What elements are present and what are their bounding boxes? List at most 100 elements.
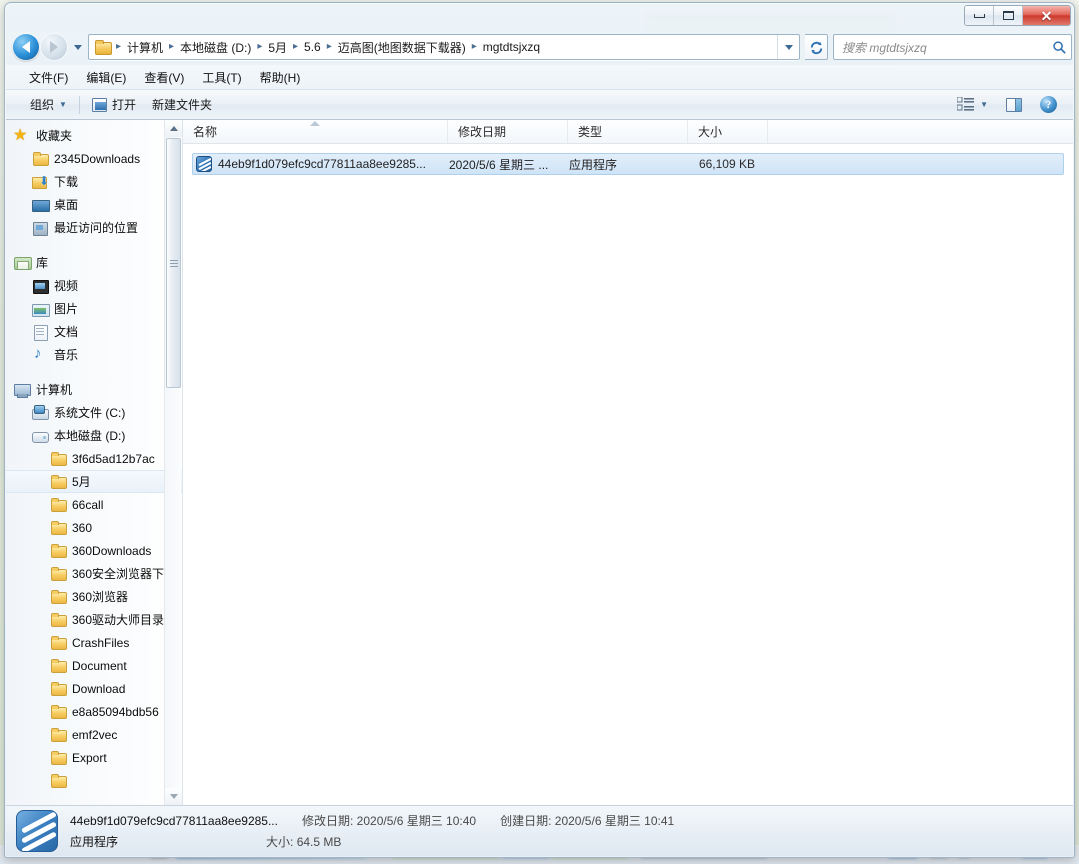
sidebar-item-360downloads[interactable]: 360Downloads xyxy=(6,539,165,562)
back-button[interactable] xyxy=(13,34,39,60)
close-button[interactable]: ✕ xyxy=(1023,6,1070,25)
sidebar-item-label: e8a85094bdb56 xyxy=(72,704,159,719)
sidebar-item-desktop[interactable]: 桌面 xyxy=(6,193,165,216)
open-button[interactable]: 打开 xyxy=(84,92,144,117)
breadcrumb-separator-5[interactable]: ▸ xyxy=(469,42,480,52)
details-created-key: 创建日期: xyxy=(500,814,552,828)
organize-button[interactable]: 组织 ▼ xyxy=(22,92,75,117)
forward-button[interactable] xyxy=(41,34,67,60)
breadcrumb-item-mgtdtsjxzq[interactable]: mgtdtsjxzq xyxy=(480,39,543,55)
sidebar-group-libraries[interactable]: 库 xyxy=(6,251,165,274)
breadcrumb-separator-0[interactable]: ▸ xyxy=(113,42,124,52)
sidebar-item-e8a85094bdb56[interactable]: e8a85094bdb56 xyxy=(6,700,165,723)
sidebar-item-partial[interactable] xyxy=(6,769,165,792)
sidebar-item-documents[interactable]: 文档 xyxy=(6,320,165,343)
sidebar-item-label: Document xyxy=(72,658,127,673)
sidebar-item-label: 音乐 xyxy=(54,348,79,362)
file-list-pane[interactable]: 名称 修改日期 类型 大小 44eb9f1d079efc9cd77811aa8e… xyxy=(183,120,1073,805)
sidebar-item-download[interactable]: Download xyxy=(6,677,165,700)
file-name-cell[interactable]: 44eb9f1d079efc9cd77811aa8ee9285... xyxy=(193,156,449,172)
picture-icon xyxy=(32,301,50,317)
sidebar-item-export[interactable]: Export xyxy=(6,746,165,769)
sidebar-item-5yue[interactable]: 5月 xyxy=(6,470,182,493)
title-bar[interactable]: ✕ xyxy=(5,3,1074,30)
sidebar-item-360-browser[interactable]: 360浏览器 xyxy=(6,585,165,608)
library-icon xyxy=(14,255,32,271)
sidebar-item-360-safe-browser[interactable]: 360安全浏览器下 xyxy=(6,562,165,585)
sidebar-group-label: 计算机 xyxy=(36,383,73,397)
sidebar-item-pictures[interactable]: 图片 xyxy=(6,297,165,320)
sidebar-item-label: 5月 xyxy=(72,475,91,489)
breadcrumb-item-may[interactable]: 5月 xyxy=(265,38,290,57)
scroll-down-button[interactable] xyxy=(165,788,182,805)
menu-view[interactable]: 查看(V) xyxy=(135,66,193,89)
sidebar-item-music[interactable]: 音乐 xyxy=(6,343,165,366)
open-icon xyxy=(91,97,107,112)
menu-tools[interactable]: 工具(T) xyxy=(193,66,250,89)
table-row[interactable]: 44eb9f1d079efc9cd77811aa8ee9285... 2020/… xyxy=(192,153,1064,175)
sidebar-item-crashfiles[interactable]: CrashFiles xyxy=(6,631,165,654)
sidebar-scrollbar[interactable] xyxy=(164,120,182,805)
sidebar-item-360-driver-master[interactable]: 360驱动大师目录 xyxy=(6,608,165,631)
menu-edit[interactable]: 编辑(E) xyxy=(77,66,135,89)
details-modified-value: 2020/5/6 星期三 10:40 xyxy=(356,814,477,828)
breadcrumb-separator-3[interactable]: ▸ xyxy=(290,42,301,52)
refresh-button[interactable] xyxy=(805,34,828,60)
sidebar-item-66call[interactable]: 66call xyxy=(6,493,165,516)
sidebar-group-computer[interactable]: 计算机 xyxy=(6,378,165,401)
column-header-size[interactable]: 大小 xyxy=(688,120,768,143)
sidebar-item-2345downloads[interactable]: 2345Downloads xyxy=(6,147,165,170)
sidebar-item-drive-d[interactable]: 本地磁盘 (D:) xyxy=(6,424,165,447)
menu-file[interactable]: 文件(F) xyxy=(20,66,77,89)
details-created-value: 2020/5/6 星期三 10:41 xyxy=(554,814,675,828)
search-input[interactable]: 搜索 mgtdtsjxzq xyxy=(842,39,1052,56)
breadcrumb-item-drive-d[interactable]: 本地磁盘 (D:) xyxy=(177,38,254,57)
sidebar-item-drive-c[interactable]: 系统文件 (C:) xyxy=(6,401,165,424)
recent-locations-button[interactable] xyxy=(71,37,84,57)
sidebar-item-label: 视频 xyxy=(54,279,79,293)
file-rows: 44eb9f1d079efc9cd77811aa8ee9285... 2020/… xyxy=(183,144,1073,805)
toolbar-separator xyxy=(78,95,80,114)
download-icon xyxy=(32,174,49,190)
new-folder-button[interactable]: 新建文件夹 xyxy=(144,92,220,117)
file-type-cell: 应用程序 xyxy=(569,157,618,172)
folder-icon xyxy=(50,612,67,628)
chevron-up-icon xyxy=(169,126,178,131)
maximize-button[interactable] xyxy=(994,6,1023,25)
scrollbar-thumb[interactable] xyxy=(166,138,181,388)
sidebar-item-label: 最近访问的位置 xyxy=(54,221,139,235)
sidebar-item-recent-places[interactable]: 最近访问的位置 xyxy=(6,216,165,239)
folder-icon xyxy=(32,151,49,167)
sidebar-item-videos[interactable]: 视频 xyxy=(6,274,165,297)
sidebar-item-document[interactable]: Document xyxy=(6,654,165,677)
address-dropdown-button[interactable] xyxy=(777,35,799,59)
column-header-date-modified[interactable]: 修改日期 xyxy=(448,120,568,143)
help-button[interactable]: ? xyxy=(1032,92,1065,117)
details-pane: 44eb9f1d079efc9cd77811aa8ee9285... 修改日期:… xyxy=(6,805,1073,856)
sidebar-item-emf2vec[interactable]: emf2vec xyxy=(6,723,165,746)
column-header-name[interactable]: 名称 xyxy=(183,120,448,143)
sidebar-group-favorites[interactable]: 收藏夹 xyxy=(6,124,165,147)
breadcrumb-separator-1[interactable]: ▸ xyxy=(166,42,177,52)
sidebar-item-label: 360浏览器 xyxy=(72,590,129,604)
breadcrumb-item-56[interactable]: 5.6 xyxy=(301,39,324,55)
column-header-type[interactable]: 类型 xyxy=(568,120,688,143)
scroll-up-button[interactable] xyxy=(165,120,182,137)
sidebar-item-3f6d5ad12b7ac[interactable]: 3f6d5ad12b7ac xyxy=(6,447,165,470)
breadcrumb-separator-2[interactable]: ▸ xyxy=(254,42,265,52)
breadcrumb-item-computer[interactable]: 计算机 xyxy=(124,38,166,57)
menu-help[interactable]: 帮助(H) xyxy=(251,66,310,89)
show-preview-pane-button[interactable] xyxy=(998,94,1030,116)
change-view-button[interactable]: ▼ xyxy=(949,93,996,117)
address-bar[interactable]: ▸ 计算机 ▸ 本地磁盘 (D:) ▸ 5月 ▸ 5.6 ▸ 迈高图(地图数据下… xyxy=(88,34,800,60)
breadcrumb-item-maigaotu[interactable]: 迈高图(地图数据下载器) xyxy=(335,38,469,57)
desktop-icon xyxy=(32,197,50,213)
minimize-button[interactable] xyxy=(965,6,994,25)
sidebar-item-360[interactable]: 360 xyxy=(6,516,165,539)
close-icon: ✕ xyxy=(1040,7,1053,24)
forward-arrow-icon xyxy=(50,41,58,53)
navigation-pane[interactable]: 收藏夹 2345Downloads 下载 桌面 最近访问的位置 xyxy=(6,120,183,805)
breadcrumb-separator-4[interactable]: ▸ xyxy=(324,42,335,52)
sidebar-item-downloads[interactable]: 下载 xyxy=(6,170,165,193)
search-box[interactable]: 搜索 mgtdtsjxzq xyxy=(833,34,1072,60)
